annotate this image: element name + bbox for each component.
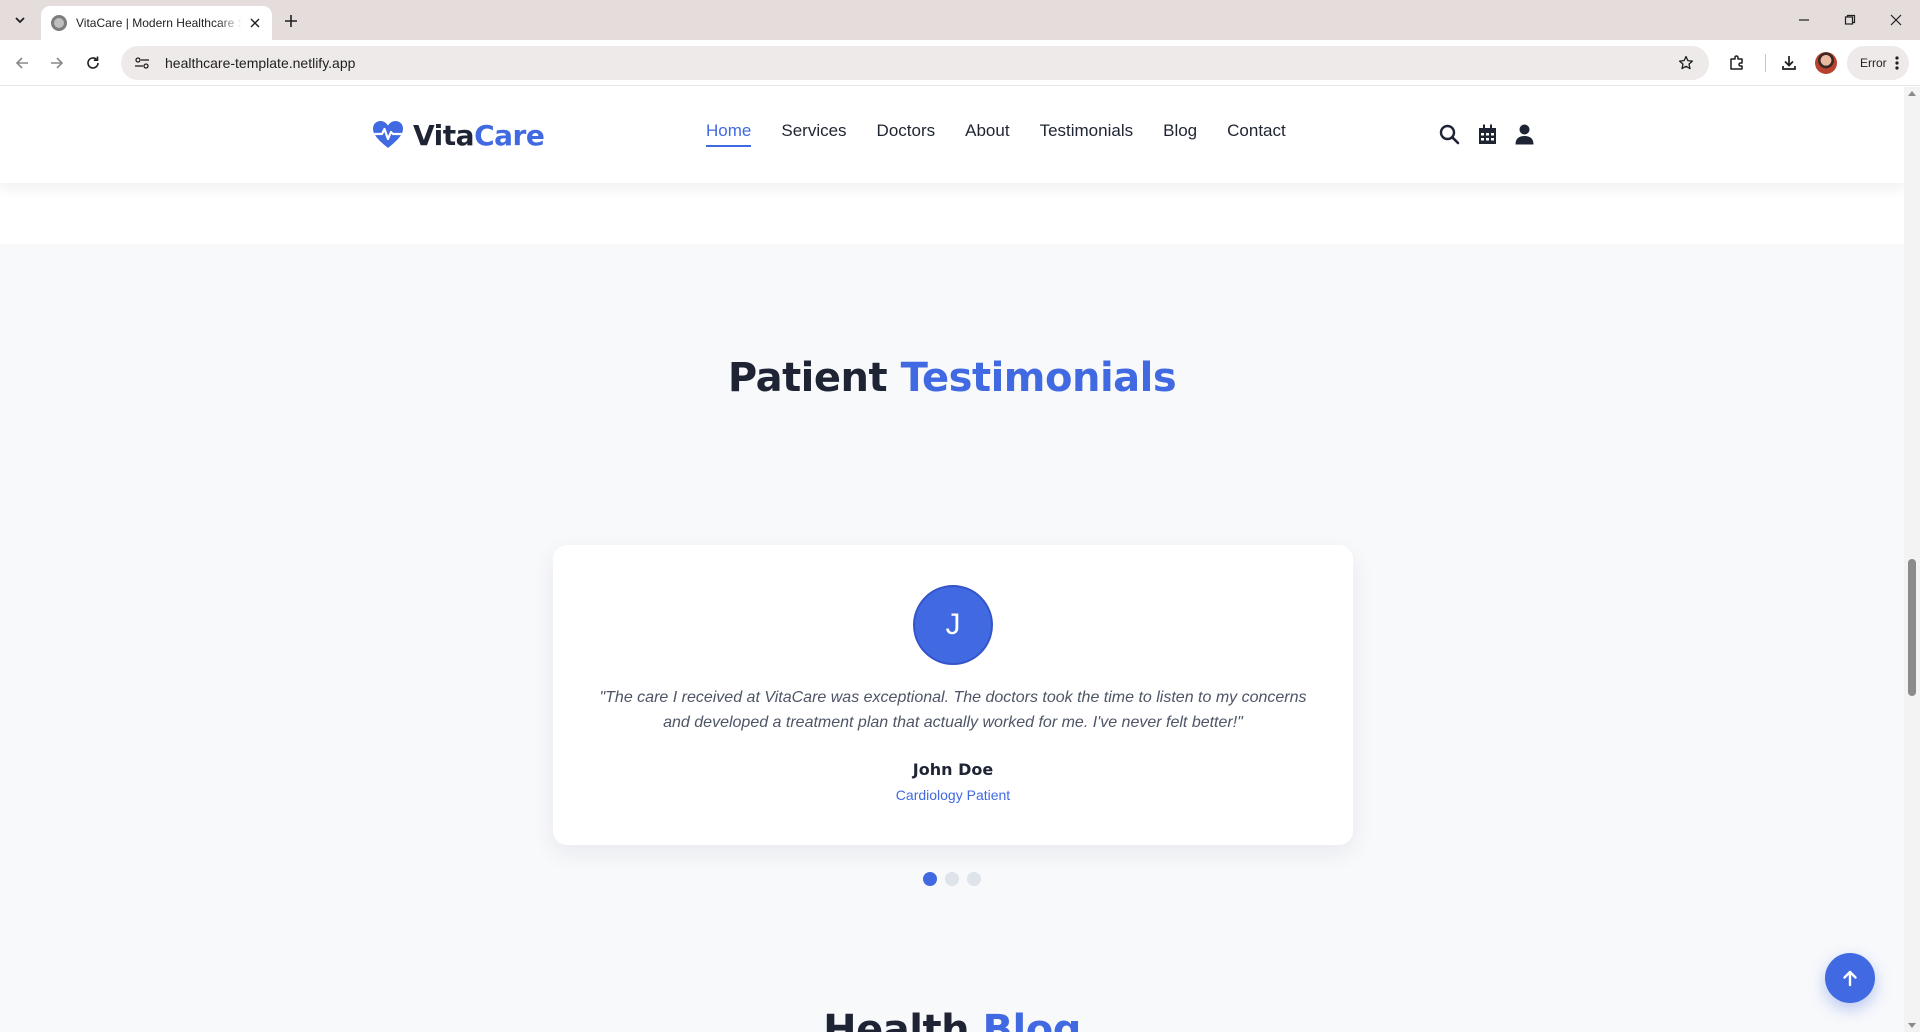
downloads-button[interactable]	[1777, 51, 1801, 75]
arrow-left-icon	[15, 57, 28, 69]
close-window-button[interactable]	[1882, 8, 1910, 32]
testimonials-section: Patient Testimonials J "The care I recei…	[0, 244, 1904, 1032]
user-icon[interactable]	[1513, 123, 1535, 145]
blog-section-title: Health Blog	[0, 1007, 1904, 1032]
url-text: healthcare-template.netlify.app	[165, 55, 356, 71]
carousel-dot-1[interactable]	[923, 872, 937, 886]
minimize-icon	[1799, 19, 1809, 21]
carousel-dot-3[interactable]	[967, 872, 981, 886]
nav-link-contact[interactable]: Contact	[1227, 121, 1286, 147]
nav-link-services[interactable]: Services	[781, 121, 846, 147]
scrollbar-thumb[interactable]	[1908, 559, 1916, 696]
globe-icon	[51, 15, 67, 31]
testimonial-card: J "The care I received at VitaCare was e…	[553, 545, 1353, 845]
page-scrollbar[interactable]	[1904, 87, 1920, 1032]
puzzle-icon	[1730, 55, 1743, 70]
patient-role: Cardiology Patient	[895, 787, 1011, 803]
site-settings-icon[interactable]	[133, 54, 151, 72]
bookmark-star-icon[interactable]	[1677, 54, 1695, 72]
testimonials-title-main: Patient	[727, 355, 888, 401]
reload-button[interactable]	[81, 51, 105, 75]
nav-link-about[interactable]: About	[965, 121, 1009, 147]
logo-text: VitaCare	[413, 118, 545, 152]
chevron-down-icon	[15, 17, 25, 24]
search-icon[interactable]	[1438, 123, 1460, 145]
address-bar[interactable]: healthcare-template.netlify.app	[121, 46, 1709, 80]
browser-tabstrip: VitaCare | Modern Healthcare Services	[0, 0, 1920, 40]
nav-link-home[interactable]: Home	[706, 121, 752, 147]
restore-icon	[1844, 14, 1856, 25]
back-button[interactable]	[10, 51, 34, 75]
reload-icon	[87, 56, 99, 69]
patient-avatar: J	[913, 585, 993, 665]
patient-name: John Doe	[912, 760, 994, 779]
calendar-icon[interactable]	[1476, 123, 1498, 145]
nav-link-testimonials[interactable]: Testimonials	[1040, 121, 1134, 147]
forward-button[interactable]	[45, 51, 69, 75]
scroll-up-arrow-icon[interactable]	[1908, 91, 1916, 96]
plus-icon	[285, 15, 297, 27]
back-to-top-button[interactable]	[1825, 953, 1875, 1003]
site-logo[interactable]: VitaCare	[372, 118, 545, 152]
minimize-window-button[interactable]	[1790, 8, 1818, 32]
profile-avatar[interactable]	[1815, 52, 1837, 74]
nav-link-blog[interactable]: Blog	[1163, 121, 1197, 147]
browser-tab-active[interactable]: VitaCare | Modern Healthcare Services	[41, 6, 272, 40]
logo-text-part1: Vita	[413, 118, 475, 152]
testimonials-title: Patient Testimonials	[0, 355, 1904, 401]
carousel-dots	[923, 872, 981, 886]
restore-window-button[interactable]	[1836, 8, 1864, 32]
blog-title-main: Health	[823, 1007, 970, 1032]
testimonial-quote: "The care I received at VitaCare was exc…	[599, 689, 1307, 731]
extensions-button[interactable]	[1725, 51, 1749, 75]
profile-error-button[interactable]: Error	[1847, 46, 1909, 80]
testimonials-title-accent: Testimonials	[900, 355, 1177, 401]
close-icon	[1890, 14, 1902, 26]
main-nav: Home Services Doctors About Testimonials…	[706, 121, 1316, 147]
new-tab-button[interactable]	[279, 9, 303, 33]
close-tab-icon[interactable]	[246, 14, 264, 32]
tab-title: VitaCare | Modern Healthcare Services	[76, 16, 242, 30]
more-vertical-icon	[1895, 56, 1899, 70]
carousel-dot-2[interactable]	[945, 872, 959, 886]
tab-search-button[interactable]	[7, 8, 33, 32]
arrow-right-icon	[51, 57, 64, 69]
profile-error-label: Error	[1860, 56, 1887, 70]
page-viewport: VitaCare Home Services Doctors About Tes…	[0, 87, 1904, 1032]
toolbar-divider	[1765, 54, 1766, 72]
scroll-down-arrow-icon[interactable]	[1908, 1023, 1916, 1028]
logo-text-part2: Care	[474, 118, 545, 152]
download-icon	[1782, 56, 1796, 70]
heart-pulse-icon	[373, 121, 403, 148]
arrow-up-icon	[1843, 970, 1857, 987]
nav-link-doctors[interactable]: Doctors	[877, 121, 936, 147]
blog-title-accent: Blog	[982, 1007, 1082, 1032]
browser-toolbar: healthcare-template.netlify.app Error	[0, 40, 1920, 86]
site-header: VitaCare Home Services Doctors About Tes…	[0, 87, 1904, 183]
